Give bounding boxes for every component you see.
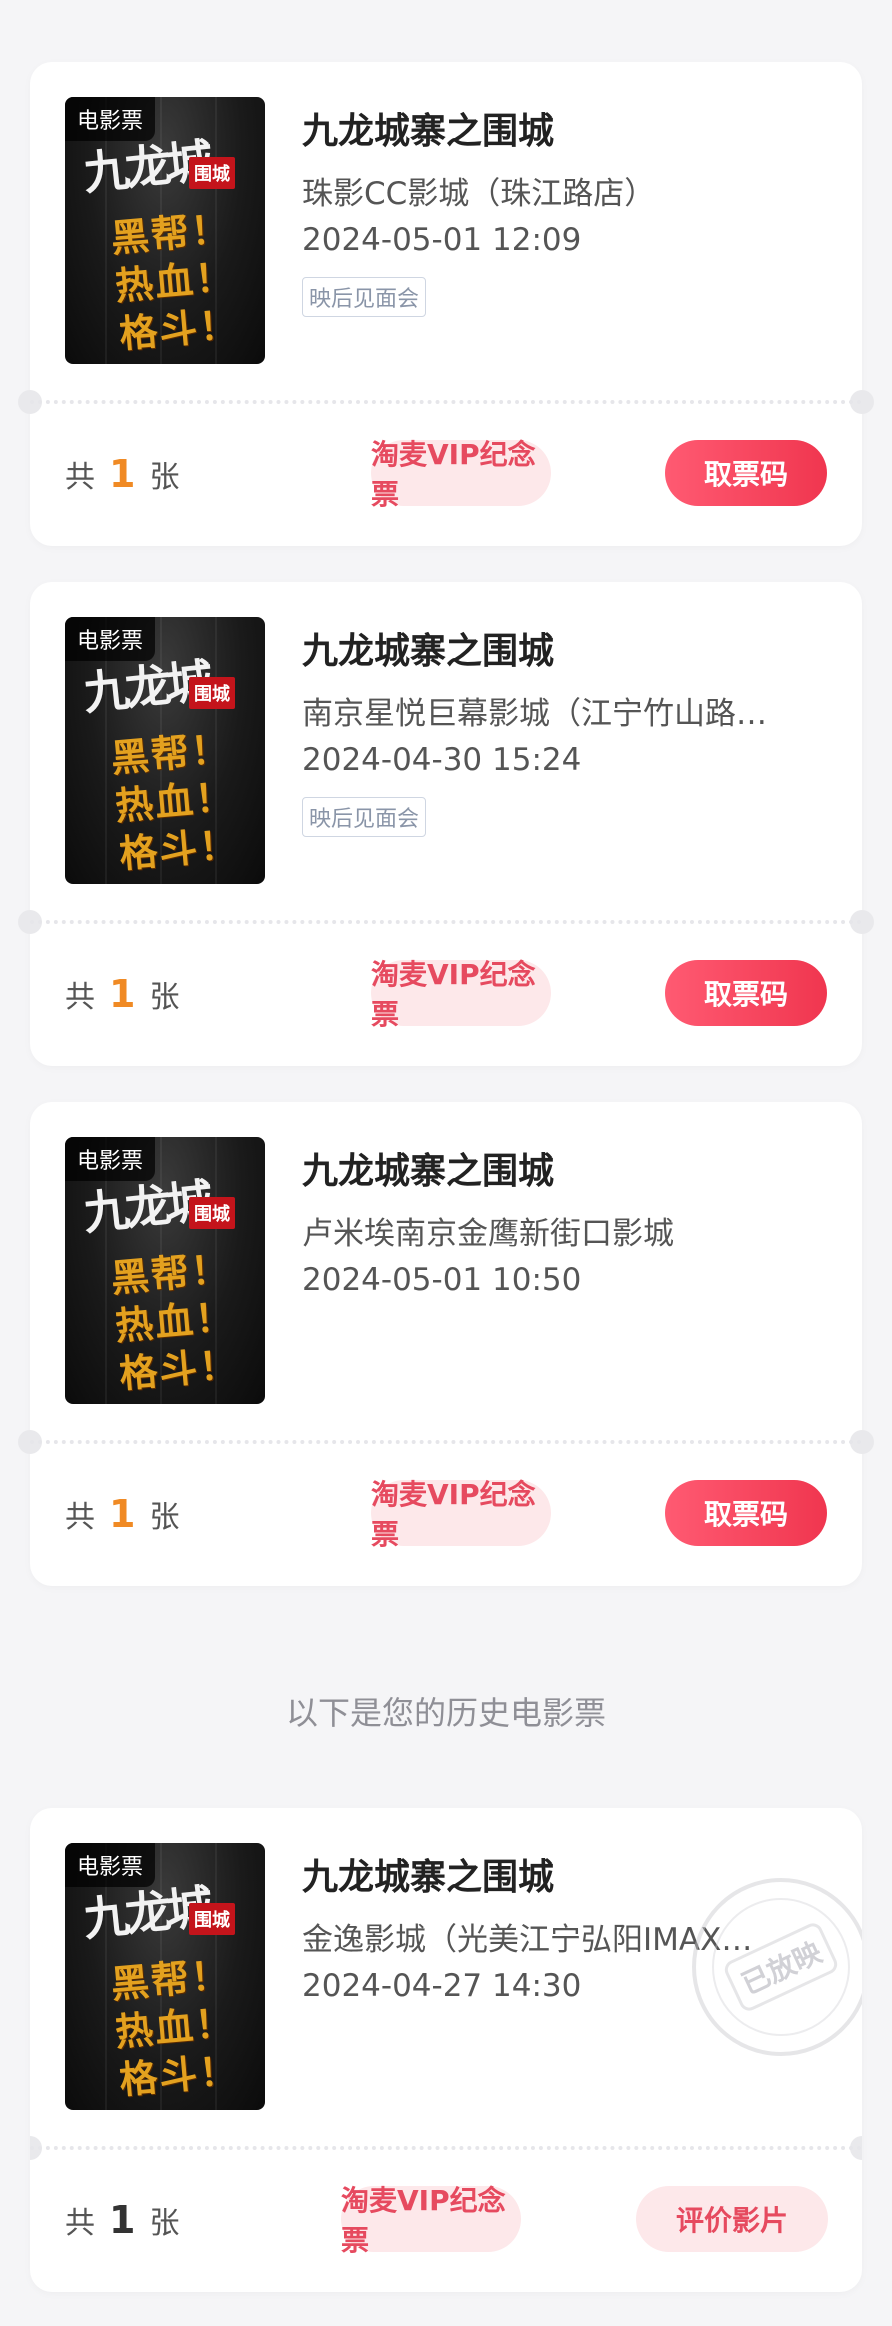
ticket-type-tag: 电影票 — [65, 97, 156, 141]
pickup-code-button[interactable]: 取票码 — [665, 440, 827, 506]
vip-ticket-button[interactable]: 淘麦VIP纪念票 — [371, 1478, 551, 1551]
ticket-card[interactable]: 九龙城 围城 黑帮！热血！格斗！ 电影票 九龙城寨之围城 珠影CC影城（珠江路店… — [18, 62, 874, 546]
event-tag: 映后见面会 — [302, 277, 427, 317]
ticket-type-tag: 电影票 — [65, 1137, 156, 1181]
ticket-card[interactable]: 九龙城 围城 黑帮！热血！格斗！ 电影票 九龙城寨之围城 卢米埃南京金鹰新街口影… — [18, 1102, 874, 1586]
poster-slogan: 黑帮！热血！格斗！ — [109, 1951, 241, 2103]
pickup-code-button[interactable]: 取票码 — [665, 960, 827, 1026]
ticket-count: 共 1 张 — [65, 452, 179, 496]
count-number: 1 — [109, 2198, 136, 2242]
poster-seal: 围城 — [189, 677, 235, 709]
count-suffix: 张 — [149, 2206, 180, 2241]
ticket-count: 共 1 张 — [65, 2198, 179, 2242]
count-number: 1 — [109, 972, 136, 1016]
count-prefix: 共 — [65, 1500, 95, 1535]
ticket-type-tag: 电影票 — [65, 1843, 156, 1887]
ticket-count: 共 1 张 — [65, 972, 179, 1016]
movie-poster[interactable]: 九龙城 围城 黑帮！热血！格斗！ 电影票 — [65, 1843, 265, 2110]
showtime: 2024-05-01 10:50 — [302, 1262, 582, 1298]
screened-stamp-icon: 已放映 — [692, 1878, 862, 2056]
vip-ticket-button[interactable]: 淘麦VIP纪念票 — [371, 438, 551, 511]
count-prefix: 共 — [65, 2206, 95, 2241]
ticket-card[interactable]: 九龙城 围城 黑帮！热血！格斗！ 电影票 九龙城寨之围城 南京星悦巨幕影城（江宁… — [18, 582, 874, 1066]
showtime: 2024-04-27 14:30 — [302, 1968, 582, 2004]
movie-title: 九龙城寨之围城 — [302, 111, 555, 152]
screened-stamp-label: 已放映 — [721, 1920, 841, 2014]
ticket-count: 共 1 张 — [65, 1492, 179, 1536]
vip-ticket-button[interactable]: 淘麦VIP纪念票 — [341, 2184, 521, 2257]
count-number: 1 — [109, 1492, 136, 1536]
ticket-type-tag: 电影票 — [65, 617, 156, 661]
vip-ticket-button[interactable]: 淘麦VIP纪念票 — [371, 958, 551, 1031]
poster-seal: 围城 — [189, 1197, 235, 1229]
ticket-divider — [30, 400, 862, 404]
count-suffix: 张 — [149, 460, 180, 495]
count-suffix: 张 — [149, 980, 180, 1015]
movie-poster[interactable]: 九龙城 围城 黑帮！热血！格斗！ 电影票 — [65, 617, 265, 884]
pickup-code-button[interactable]: 取票码 — [665, 1480, 827, 1546]
cinema-name: 珠影CC影城（珠江路店） — [302, 176, 656, 212]
movie-title: 九龙城寨之围城 — [302, 631, 555, 672]
count-number: 1 — [109, 452, 136, 496]
history-ticket-card[interactable]: 九龙城 围城 黑帮！热血！格斗！ 电影票 九龙城寨之围城 金逸影城（光美江宁弘阳… — [30, 1808, 862, 2292]
poster-seal: 围城 — [189, 157, 235, 189]
poster-slogan: 黑帮！热血！格斗！ — [109, 725, 241, 877]
movie-poster[interactable]: 九龙城 围城 黑帮！热血！格斗！ 电影票 — [65, 1137, 265, 1404]
showtime: 2024-05-01 12:09 — [302, 222, 582, 258]
count-prefix: 共 — [65, 980, 95, 1015]
rate-movie-button[interactable]: 评价影片 — [636, 2186, 828, 2252]
movie-title: 九龙城寨之围城 — [302, 1151, 555, 1192]
ticket-divider — [30, 1440, 862, 1444]
movie-poster[interactable]: 九龙城 围城 黑帮！热血！格斗！ 电影票 — [65, 97, 265, 364]
ticket-divider — [30, 2146, 862, 2150]
cinema-name: 卢米埃南京金鹰新街口影城 — [302, 1216, 674, 1252]
cinema-name: 南京星悦巨幕影城（江宁竹山路… — [302, 696, 767, 732]
ticket-divider — [30, 920, 862, 924]
count-prefix: 共 — [65, 460, 95, 495]
history-section-label: 以下是您的历史电影票 — [285, 1694, 606, 1732]
count-suffix: 张 — [149, 1500, 180, 1535]
poster-seal: 围城 — [189, 1903, 235, 1935]
poster-slogan: 黑帮！热血！格斗！ — [109, 1245, 241, 1397]
event-tag: 映后见面会 — [302, 797, 427, 837]
movie-title: 九龙城寨之围城 — [302, 1857, 555, 1898]
showtime: 2024-04-30 15:24 — [302, 742, 582, 778]
poster-slogan: 黑帮！热血！格斗！ — [109, 205, 241, 357]
